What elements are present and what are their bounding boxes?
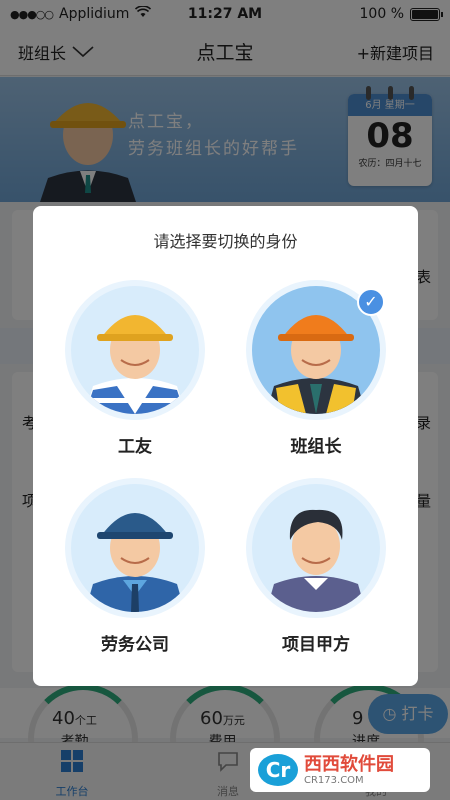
identity-option-foreman[interactable]: ✓ 班组长 — [241, 280, 391, 470]
labor-company-label: 劳务公司 — [101, 635, 169, 655]
watermark-site: CR173.COM — [304, 774, 364, 786]
identity-option-worker[interactable]: 工友 — [60, 280, 210, 470]
identity-option-labor-company[interactable]: 劳务公司 — [60, 478, 210, 668]
project-owner-label: 项目甲方 — [282, 635, 350, 655]
worker-avatar — [65, 280, 205, 420]
dialog-title: 请选择要切换的身份 — [153, 232, 298, 251]
watermark-logo: Cr — [258, 754, 298, 786]
identity-option-project-owner[interactable]: 项目甲方 — [241, 478, 391, 668]
selected-check-icon: ✓ — [357, 288, 385, 316]
foreman-label: 班组长 — [290, 437, 342, 457]
watermark-name: 西西软件园 — [304, 753, 394, 775]
watermark: Cr 西西软件园 CR173.COM — [250, 748, 430, 792]
labor-company-avatar — [65, 478, 205, 618]
worker-label: 工友 — [118, 437, 152, 457]
switch-identity-dialog: 请选择要切换的身份 工友 ✓ 班组长 劳务公司 项目甲方 — [33, 206, 418, 686]
project-owner-avatar — [246, 478, 386, 618]
